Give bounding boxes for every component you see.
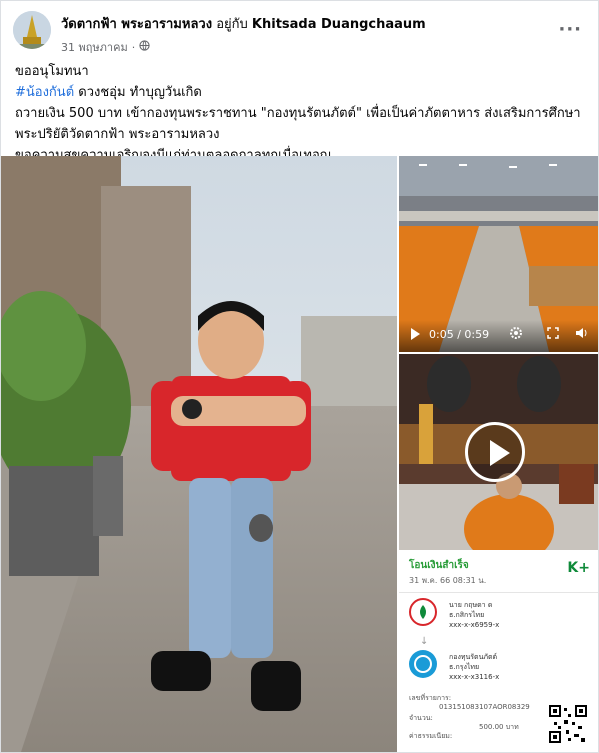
- slip-date: 31 พ.ค. 66 08:31 น.: [409, 576, 487, 585]
- from-name: นาย กฤษดา ด: [449, 601, 493, 609]
- text-line: พระปริยัติวัดตากฟ้า พระอารามหลวง: [15, 127, 220, 142]
- video-temple[interactable]: [399, 354, 598, 550]
- fullscreen-icon[interactable]: [547, 324, 559, 343]
- slip-details: เลขที่รายการ: 013151083107AOR08329 จำนวน…: [409, 694, 549, 741]
- media-grid: 0:05 / 0:59 โอนเงินสำเร็จ 31 พ.ค. 66 08:…: [1, 156, 598, 752]
- amount-label: จำนวน:: [409, 714, 433, 722]
- text-line: ถวายเงิน 500 บาท เข้ากองทุนพระราชทาน "กอ…: [15, 106, 581, 121]
- kbank-icon: [409, 598, 437, 626]
- post-card: วัดตากฟ้า พระอารามหลวง อยู่กับ Khitsada …: [0, 0, 599, 753]
- page-avatar[interactable]: [13, 11, 51, 49]
- page-name-link[interactable]: วัดตากฟ้า พระอารามหลวง: [61, 17, 212, 32]
- hashtag-link[interactable]: #น้องกันต์: [15, 85, 74, 100]
- transfer-slip-image[interactable]: โอนเงินสำเร็จ 31 พ.ค. 66 08:31 น. K+ นาย…: [399, 552, 598, 752]
- post-date[interactable]: 31 พฤษภาคม: [61, 38, 128, 56]
- separator: ·: [131, 40, 136, 54]
- from-acct: xxx-x-x6959-x: [449, 621, 500, 629]
- slip-to: กองทุนรัตนภัตต์ ธ.กรุงไทย xxx-x-x3116-x: [409, 650, 588, 684]
- video-controls: 0:05 / 0:59: [399, 320, 598, 352]
- ref-label: เลขที่รายการ:: [409, 694, 452, 702]
- video-time: 0:05 / 0:59: [429, 328, 490, 341]
- tagged-user-link[interactable]: Khitsada Duangchaaum: [252, 17, 426, 32]
- to-acct: xxx-x-x3116-x: [449, 673, 500, 681]
- slip-title: โอนเงินสำเร็จ: [409, 560, 469, 571]
- fee-label: ค่าธรรมเนียม:: [409, 732, 453, 740]
- globe-icon: [139, 40, 150, 54]
- volume-icon[interactable]: [575, 324, 588, 343]
- play-video-icon[interactable]: [465, 422, 525, 482]
- photo-boy[interactable]: [1, 156, 397, 752]
- video-hall[interactable]: 0:05 / 0:59: [399, 156, 598, 352]
- amount-value: 500.00 บาท: [479, 723, 519, 731]
- kplus-logo: K+: [567, 560, 590, 576]
- slip-header: โอนเงินสำเร็จ 31 พ.ค. 66 08:31 น. K+: [399, 552, 598, 593]
- to-bank: ธ.กรุงไทย: [449, 663, 480, 671]
- text-line: ขออนุโมทนา: [15, 64, 89, 79]
- play-icon[interactable]: [411, 328, 420, 340]
- post-header: วัดตากฟ้า พระอารามหลวง อยู่กับ Khitsada …: [13, 11, 588, 54]
- text-span: ดวงชอุ่ม ทำบุญวันเกิด: [74, 85, 202, 100]
- more-options-button[interactable]: ···: [558, 19, 582, 40]
- settings-icon[interactable]: [509, 325, 523, 344]
- ktb-icon: [409, 650, 437, 678]
- post-text: ขออนุโมทนา #น้องกันต์ ดวงชอุ่ม ทำบุญวันเ…: [15, 61, 588, 166]
- from-bank: ธ.กสิกรไทย: [449, 611, 485, 619]
- qr-code-icon: [548, 704, 588, 744]
- with-text: อยู่กับ: [216, 17, 248, 32]
- slip-from: นาย กฤษดา ด ธ.กสิกรไทย xxx-x-x6959-x: [409, 598, 588, 632]
- arrow-down-icon: ↓: [420, 636, 429, 647]
- to-name: กองทุนรัตนภัตต์: [449, 653, 498, 661]
- text-line: #น้องกันต์ ดวงชอุ่ม ทำบุญวันเกิด: [15, 82, 588, 103]
- ref-value: 013151083107AOR08329: [439, 703, 530, 711]
